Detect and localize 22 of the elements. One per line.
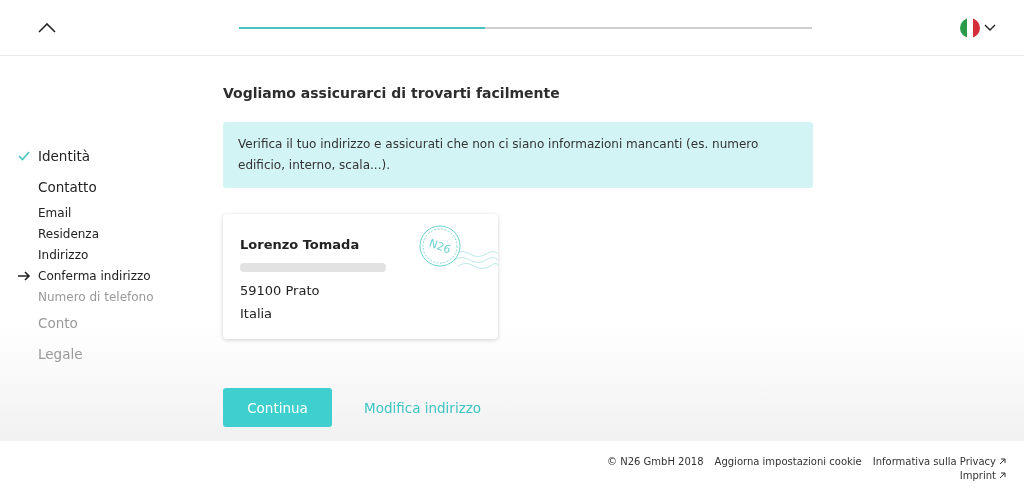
footer-link[interactable]: Aggiorna impostazioni cookie: [714, 456, 862, 467]
arrow-right-icon: [18, 270, 31, 281]
chevron-up-icon[interactable]: [38, 22, 56, 33]
chevron-down-icon: [984, 24, 996, 31]
page-title: Vogliamo assicurarci di trovarti facilmente: [223, 85, 561, 101]
footer-link[interactable]: Imprint: [959, 470, 1006, 481]
sidebar-section[interactable]: Contatto: [38, 178, 97, 195]
address-line: 59100 Prato: [240, 282, 320, 300]
sidebar-section[interactable]: Identità: [38, 147, 91, 164]
sidebar-step[interactable]: Residenza: [38, 226, 100, 241]
language-selector[interactable]: [960, 17, 996, 38]
copyright-text: © N26 GmbH 2018: [607, 456, 704, 467]
address-line: Italia: [240, 305, 273, 323]
check-icon: [18, 150, 30, 161]
sidebar-step[interactable]: Email: [38, 205, 72, 220]
sidebar-step[interactable]: Indirizzo: [38, 247, 89, 262]
sidebar-step[interactable]: Conferma indirizzo: [38, 268, 151, 283]
stamp-drawing: N26: [418, 224, 498, 284]
footer-link[interactable]: Informativa sulla Privacy: [872, 456, 1006, 467]
recipient-name: Lorenzo Tomada: [240, 236, 360, 254]
flag-icon: [960, 17, 980, 38]
info-notice: Verifica il tuo indirizzo e assicurati che non ci siano informazioni mancanti (es. numero edificio, interno, scala...).: [223, 122, 813, 188]
